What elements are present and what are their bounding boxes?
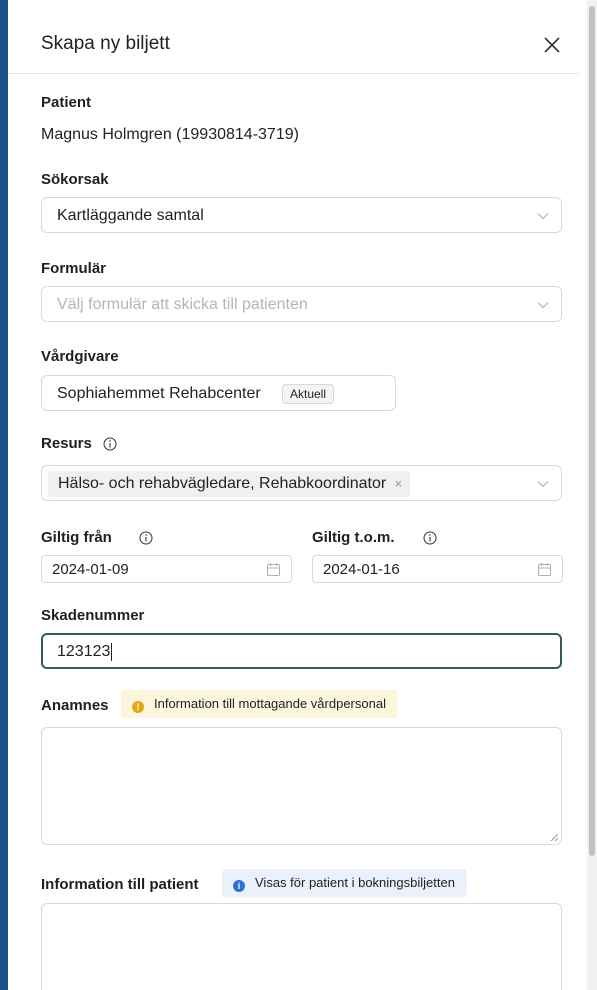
modal-title: Skapa ny biljett bbox=[41, 33, 170, 54]
anamnesis-note-text: Information till mottagande vårdpersonal bbox=[154, 696, 386, 711]
info-icon[interactable] bbox=[103, 437, 117, 451]
reason-selected-value: Kartläggande samtal bbox=[57, 207, 204, 224]
remove-tag-icon[interactable]: × bbox=[395, 476, 403, 491]
create-ticket-modal: Skapa ny biljett Patient Magnus Holmgren… bbox=[8, 0, 587, 990]
info-icon: i bbox=[233, 880, 245, 892]
valid-to-date-picker[interactable]: 2024-01-16 bbox=[312, 555, 563, 583]
patient-info-label: Information till patient bbox=[41, 876, 199, 893]
resource-label: Resurs bbox=[41, 435, 92, 452]
form-label: Formulär bbox=[41, 260, 107, 277]
reason-select[interactable]: Kartläggande samtal bbox=[41, 197, 562, 233]
resource-tag: Hälso- och rehabvägledare, Rehabkoordina… bbox=[48, 471, 411, 497]
valid-from-label: Giltig från bbox=[41, 529, 112, 546]
valid-from-value: 2024-01-09 bbox=[52, 561, 129, 578]
close-icon[interactable] bbox=[539, 32, 565, 58]
info-icon[interactable] bbox=[423, 531, 437, 545]
current-badge: Aktuell bbox=[282, 384, 335, 404]
chevron-down-icon bbox=[537, 213, 549, 220]
valid-to-label: Giltig t.o.m. bbox=[312, 529, 395, 546]
valid-from-date-picker[interactable]: 2024-01-09 bbox=[41, 555, 292, 583]
text-caret bbox=[111, 643, 112, 661]
patient-label: Patient bbox=[41, 94, 92, 111]
chevron-down-icon bbox=[537, 481, 549, 488]
info-icon[interactable] bbox=[139, 531, 153, 545]
patient-info-note: i Visas för patient i bokningsbiljetten bbox=[222, 869, 467, 897]
patient-info-textarea[interactable] bbox=[41, 903, 562, 990]
scrollbar-thumb[interactable] bbox=[589, 6, 595, 856]
reason-label: Sökorsak bbox=[41, 171, 109, 188]
patient-info-note-text: Visas för patient i bokningsbiljetten bbox=[255, 875, 455, 890]
resource-select[interactable]: Hälso- och rehabvägledare, Rehabkoordina… bbox=[41, 465, 562, 501]
modal-header: Skapa ny biljett bbox=[8, 0, 579, 74]
anamnesis-label: Anamnes bbox=[41, 697, 109, 714]
valid-to-value: 2024-01-16 bbox=[323, 561, 400, 578]
caregiver-value: Sophiahemmet Rehabcenter bbox=[57, 385, 261, 402]
claim-number-label: Skadenummer bbox=[41, 607, 145, 624]
chevron-down-icon bbox=[537, 302, 549, 309]
caregiver-field[interactable]: Sophiahemmet Rehabcenter Aktuell bbox=[41, 375, 396, 411]
calendar-icon bbox=[267, 563, 280, 576]
warning-icon: ! bbox=[132, 701, 144, 713]
patient-value: Magnus Holmgren (19930814-3719) bbox=[41, 126, 299, 143]
form-select[interactable]: Välj formulär att skicka till patienten bbox=[41, 286, 562, 322]
caregiver-label: Vårdgivare bbox=[41, 348, 119, 365]
claim-number-value: 123123 bbox=[57, 643, 111, 660]
claim-number-input[interactable]: 123123 bbox=[41, 633, 562, 669]
resize-handle-icon[interactable] bbox=[549, 832, 559, 842]
calendar-icon bbox=[538, 563, 551, 576]
form-placeholder: Välj formulär att skicka till patienten bbox=[57, 296, 308, 313]
anamnesis-note: ! Information till mottagande vårdpersona… bbox=[121, 690, 398, 718]
resource-tag-label: Hälso- och rehabvägledare, Rehabkoordina… bbox=[58, 475, 387, 492]
anamnesis-textarea[interactable] bbox=[41, 727, 562, 845]
